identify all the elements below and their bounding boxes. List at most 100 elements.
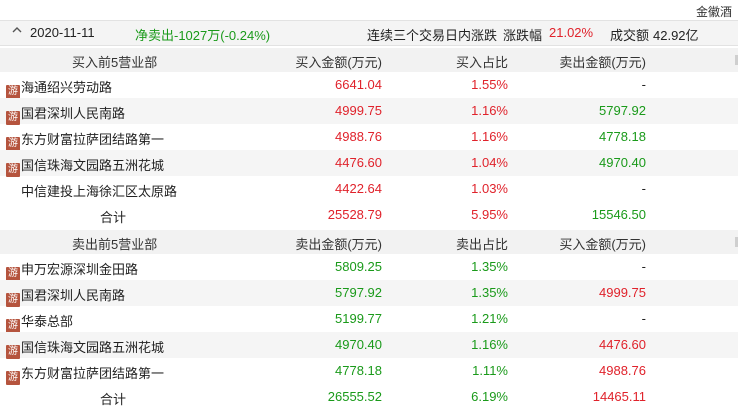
- other-amount-cell: -: [641, 259, 646, 274]
- other-amount-cell: 5797.92: [599, 103, 646, 118]
- total-other-amount: 15546.50: [591, 207, 646, 222]
- other-amount-cell: 4988.76: [599, 363, 646, 378]
- broker-name: 海通绍兴劳动路: [21, 80, 113, 95]
- trade-date: 2020-11-11: [30, 25, 95, 40]
- buy-table-row[interactable]: 游海通绍兴劳动路 6641.04 1.55% -: [0, 72, 738, 99]
- buy-table-row[interactable]: 游东方财富拉萨团结路第一 4988.76 1.16% 4778.18: [0, 124, 738, 151]
- summary-bar: 2020-11-11 净卖出-1027万(-0.24%) 连续三个交易日内涨跌 …: [0, 20, 738, 46]
- other-amount-cell: -: [641, 181, 646, 196]
- total-ratio: 5.95%: [471, 207, 508, 222]
- broker-name-cell[interactable]: 游申万宏源深圳金田路: [6, 259, 138, 281]
- volume-value: 42.92亿: [653, 28, 699, 43]
- total-amount: 25528.79: [327, 207, 382, 222]
- amount-col-header[interactable]: 买入金额(万元): [295, 52, 382, 71]
- broker-name: 东方财富拉萨团结路第一: [21, 366, 165, 381]
- sell-table-row[interactable]: 游申万宏源深圳金田路 5809.25 1.35% -: [0, 254, 738, 281]
- ratio-cell: 1.35%: [471, 285, 508, 300]
- broker-name: 国君深圳人民南路: [21, 106, 126, 121]
- amount-cell: 5797.92: [335, 285, 382, 300]
- chevron-up-icon[interactable]: [10, 23, 24, 37]
- sell-table-row[interactable]: 游华泰总部 5199.77 1.21% -: [0, 306, 738, 333]
- broker-name: 申万宏源深圳金田路: [21, 262, 139, 277]
- buy-table-row[interactable]: 中信建投上海徐汇区太原路 4422.64 1.03% -: [0, 176, 738, 202]
- ratio-cell: 1.55%: [471, 77, 508, 92]
- top-bar: 金徽酒: [0, 0, 738, 20]
- other-amount-cell: 4778.18: [599, 129, 646, 144]
- other-amount-cell: 4970.40: [599, 155, 646, 170]
- sell-table-row[interactable]: 游东方财富拉萨团结路第一 4778.18 1.11% 4988.76: [0, 358, 738, 385]
- broker-col-header[interactable]: 卖出前5营业部: [72, 234, 157, 253]
- other-amount-cell: -: [641, 77, 646, 92]
- ratio-cell: 1.04%: [471, 155, 508, 170]
- amount-cell: 4476.60: [335, 155, 382, 170]
- broker-name-cell[interactable]: 游华泰总部: [6, 311, 73, 333]
- sell-table-row[interactable]: 游国信珠海文园路五洲花城 4970.40 1.16% 4476.60: [0, 332, 738, 359]
- other-col-header[interactable]: 买入金额(万元): [559, 234, 646, 253]
- total-other-amount: 14465.11: [592, 389, 646, 404]
- amount-cell: 4422.64: [335, 181, 382, 196]
- broker-col-header[interactable]: 买入前5营业部: [72, 52, 157, 71]
- stock-name: 金徽酒: [695, 5, 732, 19]
- buy-table-row[interactable]: 游国君深圳人民南路 4999.75 1.16% 5797.92: [0, 98, 738, 125]
- net-sell: 净卖出-1027万(-0.24%): [135, 28, 271, 43]
- broker-name: 国信珠海文园路五洲花城: [21, 158, 165, 173]
- amount-col-header[interactable]: 卖出金额(万元): [295, 234, 382, 253]
- total-ratio: 6.19%: [471, 389, 508, 404]
- ratio-cell: 1.16%: [471, 337, 508, 352]
- other-amount-cell: 4999.75: [599, 285, 646, 300]
- ratio-cell: 1.21%: [471, 311, 508, 326]
- broker-name: 东方财富拉萨团结路第一: [21, 132, 165, 147]
- sell-table-row[interactable]: 游国君深圳人民南路 5797.92 1.35% 4999.75: [0, 280, 738, 307]
- hot-money-badge-icon: 游: [6, 319, 20, 333]
- volume-label: 成交额: [610, 28, 650, 43]
- amount-cell: 4999.75: [335, 103, 382, 118]
- total-amount: 26555.52: [327, 389, 382, 404]
- other-amount-cell: -: [641, 311, 646, 326]
- hot-money-badge-icon: 游: [6, 345, 20, 359]
- broker-name-cell[interactable]: 中信建投上海徐汇区太原路: [6, 181, 177, 200]
- total-label: 合计: [100, 210, 127, 225]
- ratio-cell: 1.35%: [471, 259, 508, 274]
- hot-money-badge-icon: 游: [6, 371, 20, 385]
- ratio-col-header[interactable]: 买入占比: [456, 52, 508, 71]
- broker-name-cell[interactable]: 游国信珠海文园路五洲花城: [6, 155, 164, 177]
- change-value: 21.02%: [549, 25, 594, 40]
- amount-cell: 4778.18: [335, 363, 382, 378]
- broker-name-cell[interactable]: 游国君深圳人民南路: [6, 285, 125, 307]
- total-label: 合计: [100, 392, 127, 407]
- buy-header-row: 买入前5营业部 买入金额(万元) 买入占比 卖出金额(万元): [0, 48, 738, 72]
- hot-money-badge-icon: 游: [6, 163, 20, 177]
- amount-cell: 6641.04: [335, 77, 382, 92]
- list-reason: 连续三个交易日内涨跌: [367, 28, 498, 43]
- buy-total-row: 合计 25528.79 5.95% 15546.50: [0, 202, 738, 228]
- hot-money-badge-icon: 游: [6, 267, 20, 281]
- other-col-header[interactable]: 卖出金额(万元): [559, 52, 646, 71]
- change-label: 涨跌幅: [503, 28, 543, 43]
- broker-name: 国信珠海文园路五洲花城: [21, 340, 165, 355]
- broker-name-cell[interactable]: 游东方财富拉萨团结路第一: [6, 363, 164, 385]
- ratio-cell: 1.03%: [471, 181, 508, 196]
- other-amount-cell: 4476.60: [599, 337, 646, 352]
- ratio-cell: 1.11%: [472, 363, 508, 378]
- hot-money-badge-icon: 游: [6, 293, 20, 307]
- amount-cell: 5199.77: [335, 311, 382, 326]
- broker-name-cell[interactable]: 游海通绍兴劳动路: [6, 77, 112, 99]
- hot-money-badge-icon: 游: [6, 85, 20, 99]
- hot-money-badge-icon: 游: [6, 137, 20, 151]
- broker-name: 国君深圳人民南路: [21, 288, 126, 303]
- broker-name-cell[interactable]: 游国信珠海文园路五洲花城: [6, 337, 164, 359]
- amount-cell: 4970.40: [335, 337, 382, 352]
- amount-cell: 5809.25: [335, 259, 382, 274]
- ratio-cell: 1.16%: [471, 129, 508, 144]
- broker-name-cell[interactable]: 游国君深圳人民南路: [6, 103, 125, 125]
- hot-money-badge-icon: 游: [6, 111, 20, 125]
- ratio-col-header[interactable]: 卖出占比: [456, 234, 508, 253]
- sell-header-row: 卖出前5营业部 卖出金额(万元) 卖出占比 买入金额(万元): [0, 230, 738, 254]
- amount-cell: 4988.76: [335, 129, 382, 144]
- broker-name: 华泰总部: [21, 314, 74, 329]
- ratio-cell: 1.16%: [471, 103, 508, 118]
- broker-name-cell[interactable]: 游东方财富拉萨团结路第一: [6, 129, 164, 151]
- buy-table-row[interactable]: 游国信珠海文园路五洲花城 4476.60 1.04% 4970.40: [0, 150, 738, 177]
- broker-name: 中信建投上海徐汇区太原路: [21, 184, 178, 199]
- sell-total-row: 合计 26555.52 6.19% 14465.11: [0, 384, 738, 410]
